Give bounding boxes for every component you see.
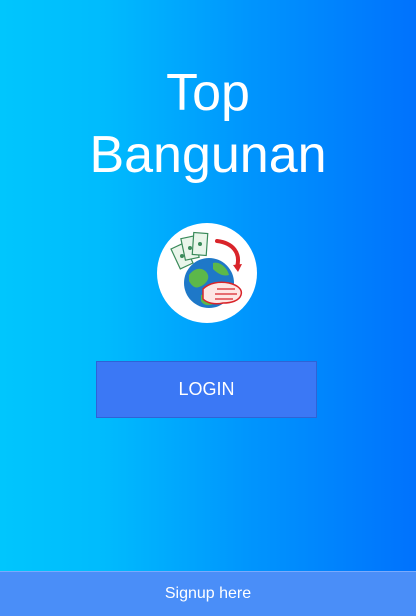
login-button[interactable]: LOGIN [96,361,317,418]
signup-link-label: Signup here [164,585,252,602]
globe-money-hand-icon [170,231,243,308]
signup-link[interactable]: Signup here [0,571,416,616]
app-title-line2: Bangunan [89,126,327,184]
login-button-label: LOGIN [178,379,235,399]
app-logo [157,223,257,323]
app-title-line1: Top [166,64,250,122]
login-screen: Top Bangunan LOGIN Signup here [0,0,416,616]
app-title: Top Bangunan [0,62,416,186]
